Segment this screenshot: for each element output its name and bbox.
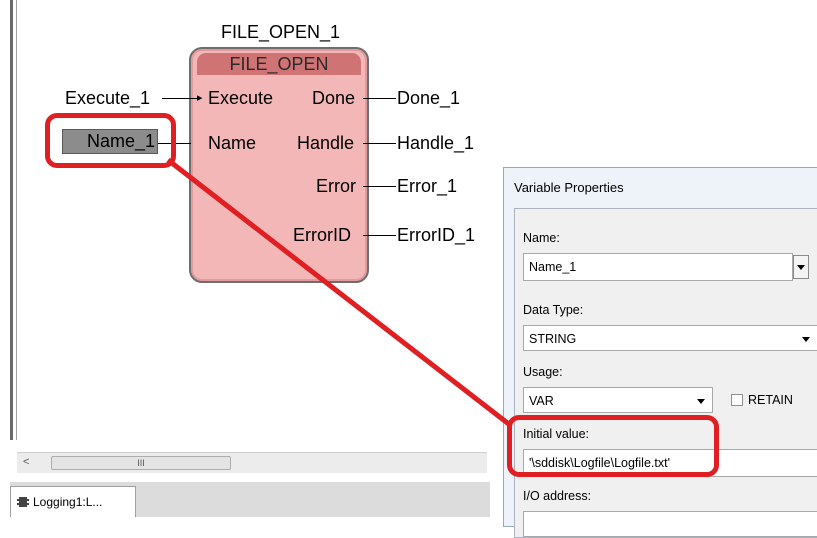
tab-label: Logging1:L...: [33, 495, 103, 509]
scroll-left-icon[interactable]: <: [23, 456, 29, 468]
tab-logging1[interactable]: Logging1:L...: [10, 486, 136, 517]
scrollbar-grip: III: [137, 458, 145, 468]
scrollbar-thumb[interactable]: III: [51, 456, 231, 470]
function-block-icon: [17, 497, 29, 507]
initial-value-highlight: [507, 415, 719, 477]
editor-tab-bar: Logging1:L...: [10, 482, 490, 517]
horizontal-scrollbar[interactable]: < III: [17, 452, 487, 473]
name-variable-highlight: [45, 113, 176, 168]
highlight-connector-line: [166, 158, 512, 427]
